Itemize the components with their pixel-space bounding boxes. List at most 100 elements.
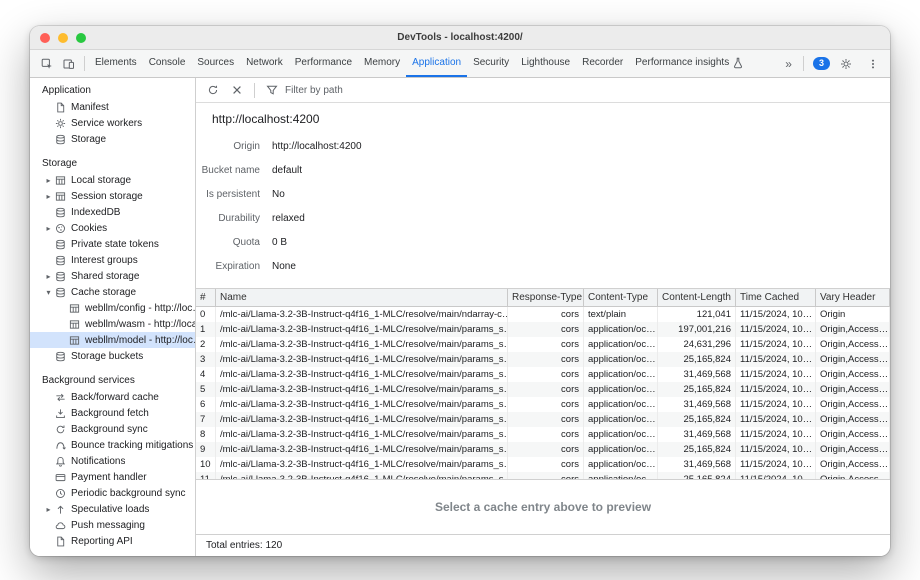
settings-button[interactable] <box>835 53 857 75</box>
cache-entry-row[interactable]: 4/mlc-ai/Llama-3.2-3B-Instruct-q4f16_1-M… <box>196 367 890 382</box>
filter-by-path-input[interactable] <box>285 85 505 96</box>
sidebar-item-label: webllm/config - http://loc… <box>85 303 195 314</box>
detail-label: Durability <box>196 213 260 224</box>
minimize-window-button[interactable] <box>58 33 68 43</box>
tab-recorder[interactable]: Recorder <box>576 50 629 77</box>
column-header-time-cached[interactable]: Time Cached <box>736 289 816 306</box>
device-toolbar-button[interactable] <box>58 53 80 75</box>
tab-network[interactable]: Network <box>240 50 289 77</box>
cell-name: /mlc-ai/Llama-3.2-3B-Instruct-q4f16_1-ML… <box>216 307 508 322</box>
cell-vary-header: Origin,Access… <box>816 397 890 412</box>
cell-index: 6 <box>196 397 216 412</box>
tab-performance-insights[interactable]: Performance insights <box>629 50 750 77</box>
sidebar-item-storage-buckets[interactable]: Storage buckets <box>30 348 195 364</box>
column-header-content-length[interactable]: Content-Length <box>658 289 736 306</box>
tab-lighthouse[interactable]: Lighthouse <box>515 50 576 77</box>
devtools-content: ApplicationManifestService workersStorag… <box>30 78 890 556</box>
sidebar-item-storage[interactable]: Storage <box>30 131 195 147</box>
sidebar-item-private-state-tokens[interactable]: Private state tokens <box>30 236 195 252</box>
cell-content-type: application/oc… <box>584 442 658 457</box>
more-tabs-button[interactable]: » <box>783 57 794 71</box>
sidebar-item-periodic-background-sync[interactable]: Periodic background sync <box>30 485 195 501</box>
expander-right-icon[interactable]: ▸ <box>42 192 55 201</box>
cache-entry-row[interactable]: 0/mlc-ai/Llama-3.2-3B-Instruct-q4f16_1-M… <box>196 307 890 322</box>
sidebar-item-interest-groups[interactable]: Interest groups <box>30 252 195 268</box>
expander-right-icon[interactable]: ▸ <box>42 224 55 233</box>
cell-content-length: 31,469,568 <box>658 367 736 382</box>
column-header-response-type[interactable]: Response-Type <box>508 289 584 306</box>
sidebar-item-webllm-wasm-http-loca[interactable]: webllm/wasm - http://loca… <box>30 316 195 332</box>
cell-name: /mlc-ai/Llama-3.2-3B-Instruct-q4f16_1-ML… <box>216 322 508 337</box>
console-messages-badge[interactable]: 3 <box>813 57 830 70</box>
sidebar-item-bounce-tracking-mitigations[interactable]: Bounce tracking mitigations <box>30 437 195 453</box>
expander-down-icon[interactable]: ▾ <box>42 288 55 297</box>
sidebar-item-push-messaging[interactable]: Push messaging <box>30 517 195 533</box>
sidebar-item-cookies[interactable]: ▸Cookies <box>30 220 195 236</box>
table-icon <box>55 175 66 186</box>
tab-sources[interactable]: Sources <box>191 50 240 77</box>
tab-console[interactable]: Console <box>143 50 192 77</box>
sidebar-section-header-application[interactable]: Application <box>30 83 195 99</box>
tab-performance[interactable]: Performance <box>289 50 358 77</box>
sidebar-item-webllm-config-http-loc[interactable]: webllm/config - http://loc… <box>30 300 195 316</box>
close-window-button[interactable] <box>40 33 50 43</box>
sidebar-item-speculative-loads[interactable]: ▸Speculative loads <box>30 501 195 517</box>
cache-entry-row[interactable]: 2/mlc-ai/Llama-3.2-3B-Instruct-q4f16_1-M… <box>196 337 890 352</box>
expander-right-icon[interactable]: ▸ <box>42 505 55 514</box>
cache-entry-row[interactable]: 6/mlc-ai/Llama-3.2-3B-Instruct-q4f16_1-M… <box>196 397 890 412</box>
sidebar-item-background-fetch[interactable]: Background fetch <box>30 405 195 421</box>
expander-right-icon[interactable]: ▸ <box>42 176 55 185</box>
sidebar-item-reporting-api[interactable]: Reporting API <box>30 533 195 549</box>
devtools-tabbar: ElementsConsole Sources Network Performance… <box>30 50 890 78</box>
sidebar-section-header-storage[interactable]: Storage <box>30 156 195 172</box>
zoom-window-button[interactable] <box>76 33 86 43</box>
customize-menu-button[interactable] <box>862 53 884 75</box>
cache-entry-row[interactable]: 1/mlc-ai/Llama-3.2-3B-Instruct-q4f16_1-M… <box>196 322 890 337</box>
sidebar-item-cache-storage[interactable]: ▾Cache storage <box>30 284 195 300</box>
cache-entry-row[interactable]: 3/mlc-ai/Llama-3.2-3B-Instruct-q4f16_1-M… <box>196 352 890 367</box>
column-header-name[interactable]: Name <box>216 289 508 306</box>
sidebar-item-webllm-model-http-loc[interactable]: webllm/model - http://loc… <box>30 332 195 348</box>
cache-entry-row[interactable]: 5/mlc-ai/Llama-3.2-3B-Instruct-q4f16_1-M… <box>196 382 890 397</box>
sidebar-item-local-storage[interactable]: ▸Local storage <box>30 172 195 188</box>
sidebar-item-session-storage[interactable]: ▸Session storage <box>30 188 195 204</box>
expander-right-icon[interactable]: ▸ <box>42 272 55 281</box>
detail-row-quota: Quota0 B <box>196 230 890 254</box>
cache-entry-row[interactable]: 8/mlc-ai/Llama-3.2-3B-Instruct-q4f16_1-M… <box>196 427 890 442</box>
sidebar-item-label: Bounce tracking mitigations <box>71 440 193 451</box>
cell-time-cached: 11/15/2024, 10… <box>736 367 816 382</box>
sidebar-item-background-sync[interactable]: Background sync <box>30 421 195 437</box>
cache-entry-row[interactable]: 10/mlc-ai/Llama-3.2-3B-Instruct-q4f16_1-… <box>196 457 890 472</box>
sidebar-item-service-workers[interactable]: Service workers <box>30 115 195 131</box>
tab-application[interactable]: Application <box>406 50 467 77</box>
cache-entry-row[interactable]: 7/mlc-ai/Llama-3.2-3B-Instruct-q4f16_1-M… <box>196 412 890 427</box>
tab-memory[interactable]: Memory <box>358 50 406 77</box>
tab-label: Sources <box>197 57 234 68</box>
sidebar-item-manifest[interactable]: Manifest <box>30 99 195 115</box>
sidebar-item-payment-handler[interactable]: Payment handler <box>30 469 195 485</box>
tab-elements[interactable]: Elements <box>89 50 143 77</box>
sidebar-item-shared-storage[interactable]: ▸Shared storage <box>30 268 195 284</box>
cell-content-type: application/oc… <box>584 412 658 427</box>
inspect-element-button[interactable] <box>36 53 58 75</box>
column-header-content-type[interactable]: Content-Type <box>584 289 658 306</box>
tab-label: Performance <box>295 57 352 68</box>
cell-content-type: application/oc… <box>584 472 658 479</box>
cell-response-type: cors <box>508 322 584 337</box>
refresh-button[interactable] <box>202 79 224 101</box>
sidebar-item-back-forward-cache[interactable]: Back/forward cache <box>30 389 195 405</box>
column-header-vary-header[interactable]: Vary Header <box>816 289 890 306</box>
grid-body[interactable]: 0/mlc-ai/Llama-3.2-3B-Instruct-q4f16_1-M… <box>196 307 890 479</box>
column-header-index[interactable]: # <box>196 289 216 306</box>
sidebar-item-notifications[interactable]: Notifications <box>30 453 195 469</box>
cell-content-type: application/oc… <box>584 352 658 367</box>
sidebar-item-indexeddb[interactable]: IndexedDB <box>30 204 195 220</box>
sidebar-section-header-background-services[interactable]: Background services <box>30 373 195 389</box>
cache-entry-row[interactable]: 9/mlc-ai/Llama-3.2-3B-Instruct-q4f16_1-M… <box>196 442 890 457</box>
titlebar[interactable]: DevTools - localhost:4200/ <box>30 26 890 50</box>
tab-security[interactable]: Security <box>467 50 515 77</box>
tab-label: Security <box>473 57 509 68</box>
cache-entry-row[interactable]: 11/mlc-ai/Llama-3.2-3B-Instruct-q4f16_1-… <box>196 472 890 479</box>
delete-selected-button[interactable] <box>226 79 248 101</box>
detail-row-durability: Durabilityrelaxed <box>196 206 890 230</box>
